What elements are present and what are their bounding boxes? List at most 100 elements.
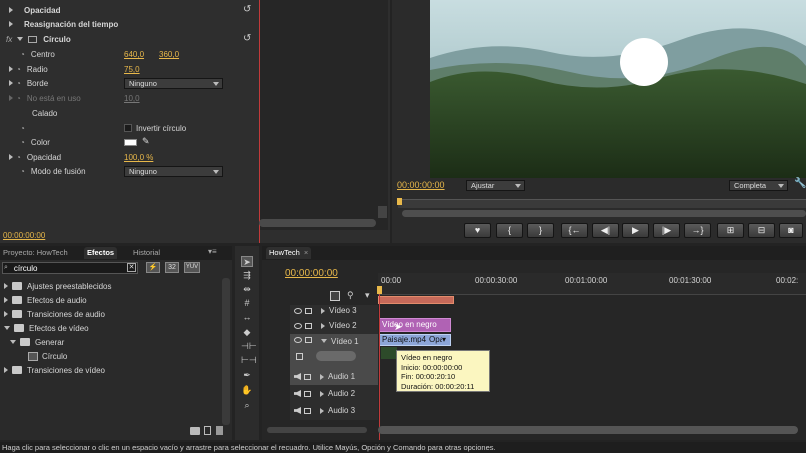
opacity-row[interactable]: Opacidad [9,3,60,17]
program-ruler[interactable] [398,199,806,208]
work-area-bar[interactable] [378,296,454,304]
keyframe-toggle-icon[interactable] [296,353,303,360]
marker-icon[interactable]: ⚲ [347,290,354,301]
new-bin-icon[interactable] [190,427,200,435]
expand-opacity-icon[interactable] [9,7,13,13]
program-scrollbar[interactable] [402,210,806,217]
time-remap-row[interactable]: Reasignación del tiempo [9,17,118,31]
invert-checkbox-row[interactable]: Invertir círculo [124,121,186,135]
quality-dropdown[interactable]: Completa [729,180,788,191]
tree-circle-effect[interactable]: Círculo [28,349,67,363]
rolling-edit-tool-icon[interactable]: # [241,298,253,309]
add-marker-icon[interactable]: ▾ [365,290,370,301]
program-timecode[interactable]: 00:00:00:00 [397,180,445,190]
32bit-effects-button[interactable]: 32 [165,262,179,273]
export-frame-button[interactable]: ◙ [779,223,803,238]
trash-icon[interactable] [216,426,223,435]
rate-stretch-tool-icon[interactable]: ↔ [241,312,253,323]
eyedropper-icon[interactable]: ✎ [142,136,150,147]
tree-generate[interactable]: Generar [10,335,64,349]
effect-controls-panel: Opacidad ↺ Reasignación del tiempo fx Cír… [0,0,390,243]
expand-time-remap-icon[interactable] [9,21,13,27]
go-to-out-button[interactable]: →} [684,223,711,238]
program-playhead-marker[interactable] [397,198,402,205]
radius-value[interactable]: 75,0 [124,65,140,74]
play-button[interactable]: ▶ [622,223,649,238]
mark-out-button[interactable]: } [527,223,554,238]
zoom-tool-icon[interactable]: ⌕ [241,400,253,411]
track-select-tool-icon[interactable]: ⇶ [241,270,253,281]
effect-scroll-end[interactable] [378,206,387,218]
edge-dropdown[interactable]: Ninguno [124,78,223,89]
effects-scrollbar[interactable] [222,278,230,425]
go-to-in-button[interactable]: {← [561,223,588,238]
effects-search-field[interactable]: ⌕ círculo ✕ [2,262,138,274]
yuv-effects-button[interactable]: YUV [184,262,200,273]
invert-checkbox[interactable] [124,124,132,132]
add-marker-button[interactable]: ♥ [464,223,491,238]
track-audio1[interactable]: Audio 1 [290,368,378,385]
timeline-playhead-line [379,294,380,440]
track-audio3[interactable]: Audio 3 [290,402,378,419]
new-item-icon[interactable] [204,426,211,435]
tab-project[interactable]: Proyecto: HowTech [0,247,71,259]
hand-tool-icon[interactable]: ✋ [241,385,253,396]
video-frame[interactable] [430,0,806,178]
expand-radius-icon[interactable] [9,66,13,72]
step-back-button[interactable]: ◀| [592,223,619,238]
expand-unused-icon[interactable] [9,95,13,101]
clip-landscape[interactable]: Paisaje.mp4Opacidad▾ [379,334,451,346]
pen-tool-icon[interactable]: ✒ [241,370,253,381]
timeline-playhead-marker[interactable] [377,286,382,294]
timeline-zoom-slider[interactable] [267,427,367,433]
lift-button[interactable]: ⊞ [717,223,744,238]
tree-video-effects[interactable]: Efectos de vídeo [4,321,89,335]
effect-timecode[interactable]: 00:00:00:00 [3,231,45,240]
motion-box-icon[interactable] [28,35,38,43]
mark-in-button[interactable]: { [496,223,523,238]
track-audio2[interactable]: Audio 2 [290,385,378,402]
clear-search-icon[interactable]: ✕ [127,263,136,272]
eye-icon [294,322,302,329]
clip-black-video[interactable]: Vídeo en negro [379,318,451,332]
razor-tool-icon[interactable]: ◆ [241,327,253,338]
reset-opacity-icon[interactable]: ↺ [243,4,251,15]
close-tab-icon: × [303,248,309,257]
panel-menu-icon[interactable]: ▾≡ [208,247,217,256]
collapse-circle-icon[interactable] [17,37,24,41]
tree-presets[interactable]: Ajustes preestablecidos [4,279,112,293]
selection-tool-icon[interactable]: ➤ [241,256,253,267]
reset-circle-icon[interactable]: ↺ [243,33,251,44]
center-y-value[interactable]: 360,0 [159,50,179,59]
timeline-timecode[interactable]: 00:00:00:00 [285,268,338,279]
timeline-scrollbar[interactable] [378,426,798,434]
opacity2-value[interactable]: 100,0 % [124,153,153,162]
snap-icon[interactable] [330,291,340,301]
stopwatch-icon[interactable]: ◔ [20,50,25,59]
tab-history[interactable]: Historial [130,247,163,259]
slip-tool-icon[interactable]: ⊣⊢ [241,341,257,352]
expand-opacity2-icon[interactable] [9,154,13,160]
circle-effect-row[interactable]: fx Círculo [6,32,71,46]
ruler-label: 00:00:30:00 [475,276,518,285]
effect-scrollbar[interactable] [259,219,376,227]
slide-tool-icon[interactable]: ⊢⊣ [241,355,257,366]
expand-edge-icon[interactable] [9,80,13,86]
color-swatch[interactable] [124,139,137,146]
blend-dropdown[interactable]: Ninguno [124,166,223,177]
tree-audio-effects[interactable]: Efectos de audio [4,293,87,307]
wrench-icon[interactable]: 🔧 [794,178,806,189]
fit-dropdown[interactable]: Ajustar [466,180,525,191]
track-video2[interactable]: Vídeo 2 [290,317,378,334]
accelerated-effects-button[interactable]: ⚡ [146,262,160,273]
folder-icon [20,338,30,346]
keyframe-nav-pill[interactable] [316,351,356,361]
tree-video-transitions[interactable]: Transiciones de vídeo [4,363,105,377]
extract-button[interactable]: ⊟ [748,223,775,238]
tab-sequence[interactable]: HowTech × [266,247,312,259]
tree-audio-transitions[interactable]: Transiciones de audio [4,307,105,321]
center-x-value[interactable]: 640,0 [124,50,144,59]
step-forward-button[interactable]: |▶ [653,223,680,238]
ripple-edit-tool-icon[interactable]: ⇹ [241,284,253,295]
tab-effects[interactable]: Efectos [84,247,118,259]
